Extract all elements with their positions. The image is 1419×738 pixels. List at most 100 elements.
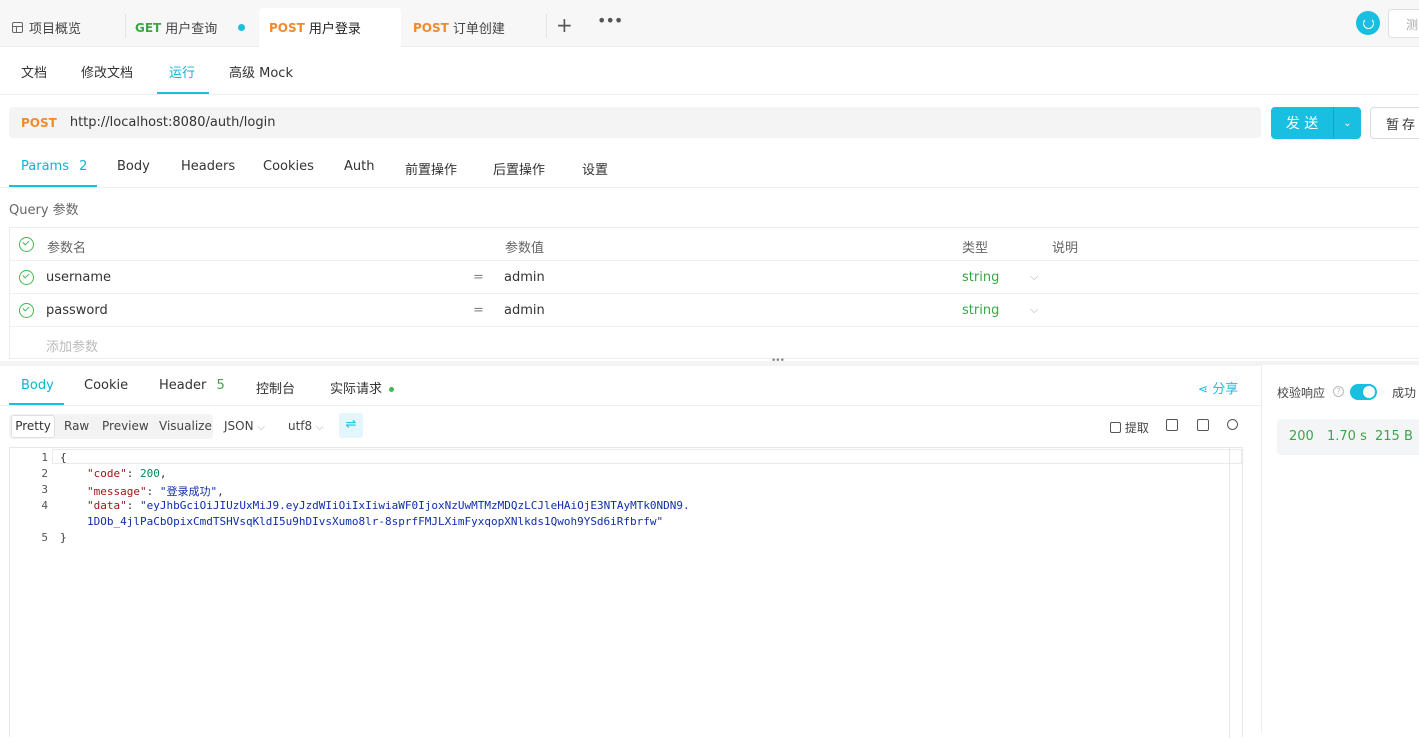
row-checkbox[interactable] (19, 270, 34, 285)
tab-post-script[interactable]: 后置操作 (493, 159, 545, 178)
save-button[interactable]: 暂存 (1370, 107, 1419, 139)
line-number: 3 (41, 483, 48, 496)
param-name[interactable]: password (46, 303, 108, 318)
param-value[interactable]: admin (504, 303, 545, 318)
layout-icon (12, 22, 23, 33)
status-code: 200 (1289, 429, 1314, 444)
response-tab-body[interactable]: Body (21, 378, 54, 393)
validate-toggle[interactable] (1350, 384, 1377, 400)
more-icon[interactable]: ••• (597, 11, 623, 30)
tab-project-overview[interactable]: 项目概览 (2, 8, 91, 47)
tab-headers[interactable]: Headers (181, 159, 235, 174)
tab-label: 实际请求 (330, 382, 383, 397)
send-button[interactable]: 发 送 ⌄ (1271, 107, 1361, 139)
encoding-label: utf8 (288, 419, 313, 433)
chevron-down-icon[interactable]: ⌵ (1030, 270, 1038, 284)
param-type[interactable]: string (962, 303, 999, 318)
tab-label: Header (159, 378, 207, 393)
table-row: password = admin string ⌵ (10, 294, 1419, 327)
row-checkbox[interactable] (19, 303, 34, 318)
tab-settings[interactable]: 设置 (582, 159, 608, 178)
json-key: "data" (87, 499, 127, 512)
panel-splitter[interactable] (0, 361, 1419, 366)
wrap-toggle-icon[interactable]: ⇌ (339, 413, 363, 438)
query-params-label: Query 参数 (9, 203, 79, 218)
add-param-input[interactable]: 添加参数 (46, 336, 98, 355)
editor-scrollbar[interactable] (1229, 448, 1230, 738)
response-tab-console[interactable]: 控制台 (256, 378, 295, 397)
subnav-edit-docs[interactable]: 修改文档 (81, 62, 133, 81)
format-label: Pretty (15, 419, 51, 433)
json-string: "登录成功" (159, 485, 218, 498)
tab-pre-script[interactable]: 前置操作 (405, 159, 457, 178)
encoding-select[interactable]: utf8 ⌵ (288, 419, 324, 433)
chevron-down-icon: ⌵ (257, 422, 265, 433)
response-body-editor[interactable]: 1 2 3 4 5 { "code": 200, "message": "登录成… (9, 447, 1243, 738)
column-header: 参数值 (505, 241, 545, 256)
param-name[interactable]: username (46, 270, 111, 285)
table-header-row: 参数名 参数值 类型 说明 (10, 228, 1419, 261)
extract-button[interactable]: 提取 (1110, 419, 1149, 436)
params-table: 参数名 参数值 类型 说明 username = admin string ⌵ … (9, 227, 1419, 359)
validation-panel: 校验响应 ? 成功 200 1.70 s 215 B (1261, 365, 1419, 733)
tab-body[interactable]: Body (117, 159, 150, 174)
column-header: 类型 (962, 241, 989, 256)
response-tab-cookie[interactable]: Cookie (84, 378, 128, 393)
share-label: 分享 (1212, 382, 1239, 397)
help-icon[interactable]: ? (1333, 386, 1344, 397)
tab-params[interactable]: Params 2 (21, 159, 87, 174)
tab-order-create[interactable]: POST 订单创建 (403, 8, 515, 47)
select-all-checkbox[interactable] (19, 237, 34, 252)
file-tab-bar: 项目概览 GET 用户查询 POST 用户登录 POST 订单创建 + ••• … (0, 0, 1419, 47)
json-string: "eyJhbGciOiJIUzUxMiJ9.eyJzdWIiOiIxIiwiaW… (140, 499, 690, 512)
send-label: 发 送 (1285, 116, 1319, 132)
code-line: { (60, 451, 67, 464)
extract-icon (1110, 422, 1121, 433)
method-select[interactable]: POST (21, 116, 57, 130)
format-visualize[interactable]: Visualize (159, 419, 212, 433)
chevron-down-icon[interactable]: ⌄ (1334, 118, 1361, 129)
tab-user-login[interactable]: POST 用户登录 (259, 8, 401, 47)
params-count-badge: 2 (79, 159, 88, 174)
format-raw[interactable]: Raw (64, 419, 89, 433)
code-line: "data": "eyJhbGciOiJIUzUxMiJ9.eyJzdWIiOi… (87, 499, 690, 512)
format-preview[interactable]: Preview (102, 419, 149, 433)
column-header: 参数名 (47, 241, 87, 256)
response-time: 1.70 s (1327, 429, 1367, 444)
param-value[interactable]: admin (504, 270, 545, 285)
equals-sign: = (473, 270, 484, 285)
download-icon[interactable] (1166, 419, 1178, 431)
copy-icon[interactable] (1197, 419, 1209, 431)
drag-handle-icon[interactable]: ••• (771, 356, 785, 366)
response-tab-header[interactable]: Header 5 (159, 378, 225, 393)
format-pretty[interactable]: Pretty (11, 415, 55, 438)
add-tab-icon[interactable]: + (556, 13, 573, 37)
extract-label: 提取 (1124, 421, 1149, 435)
tab-cookies[interactable]: Cookies (263, 159, 314, 174)
table-row: username = admin string ⌵ (10, 261, 1419, 294)
code-line-wrapped: 1DOb_4jlPaCbOpixCmdTSHVsqKldI5u9hDIvsXum… (87, 515, 664, 528)
search-icon[interactable] (1227, 419, 1238, 430)
tab-user-query[interactable]: GET 用户查询 (125, 8, 227, 47)
url-input[interactable]: http://localhost:8080/auth/login (70, 115, 276, 130)
language-select[interactable]: JSON ⌵ (224, 419, 265, 433)
subnav-docs[interactable]: 文档 (21, 62, 47, 81)
line-number: 1 (41, 451, 48, 464)
sync-icon[interactable] (1356, 11, 1380, 35)
subnav-advanced-mock[interactable]: 高级 Mock (229, 62, 293, 81)
json-key: "code" (87, 467, 127, 480)
active-line-highlight (52, 449, 1242, 464)
tab-auth[interactable]: Auth (344, 159, 374, 174)
response-tab-actual-request[interactable]: 实际请求 (330, 378, 395, 397)
language-label: JSON (224, 419, 254, 433)
table-row: 添加参数 (10, 327, 1419, 360)
code-line: "message": "登录成功", (87, 485, 224, 498)
json-number: 200 (140, 467, 160, 480)
unsaved-dot-icon (238, 24, 245, 31)
share-button[interactable]: ⋖ 分享 (1198, 378, 1238, 397)
divider (0, 405, 1261, 406)
param-type[interactable]: string (962, 270, 999, 285)
subnav-run[interactable]: 运行 (169, 62, 195, 81)
environment-select[interactable]: 测 (1388, 9, 1419, 38)
chevron-down-icon[interactable]: ⌵ (1030, 303, 1038, 317)
